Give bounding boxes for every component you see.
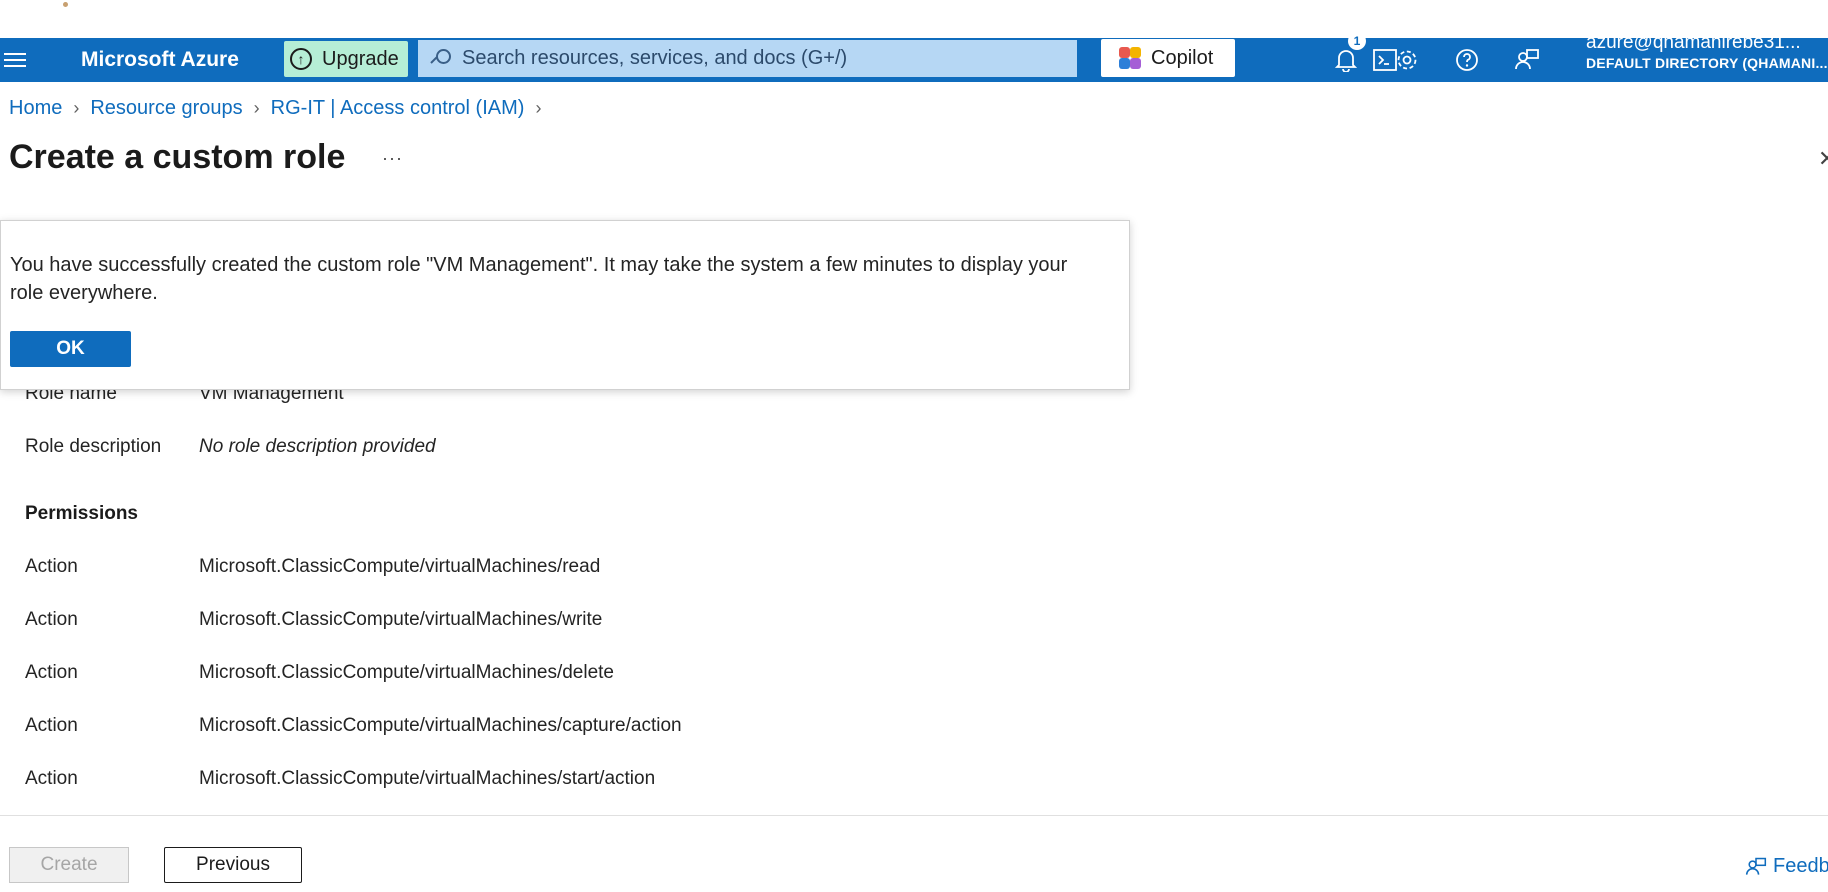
window-top-strip — [0, 0, 1828, 38]
more-options-button[interactable]: ··· — [382, 148, 403, 169]
close-icon[interactable]: ✕ — [1818, 146, 1828, 172]
search-input[interactable] — [462, 47, 1062, 70]
search-icon — [430, 48, 451, 69]
hamburger-icon[interactable] — [4, 50, 26, 70]
permission-value: Microsoft.ClassicCompute/virtualMachines… — [199, 662, 614, 683]
permission-value: Microsoft.ClassicCompute/virtualMachines… — [199, 715, 682, 736]
success-message: You have successfully created the custom… — [10, 254, 1068, 304]
create-button[interactable]: Create — [9, 847, 129, 883]
permission-type: Action — [25, 768, 78, 789]
permission-type: Action — [25, 662, 78, 683]
copilot-label: Copilot — [1151, 46, 1214, 69]
copilot-icon — [1119, 47, 1141, 69]
chevron-right-icon: › — [73, 98, 80, 118]
global-search[interactable] — [418, 40, 1077, 77]
copilot-button[interactable]: Copilot — [1101, 39, 1235, 77]
permission-value: Microsoft.ClassicCompute/virtualMachines… — [199, 609, 603, 630]
permissions-heading: Permissions — [25, 503, 138, 524]
permission-value: Microsoft.ClassicCompute/virtualMachines… — [199, 768, 656, 789]
role-description-value: No role description provided — [199, 436, 436, 457]
help-icon[interactable] — [1451, 44, 1483, 76]
feedback-person-icon — [1745, 856, 1767, 878]
page-title: Create a custom role — [9, 138, 346, 176]
chevron-right-icon: › — [535, 98, 542, 118]
permission-type: Action — [25, 556, 78, 577]
permission-value: Microsoft.ClassicCompute/virtualMachines… — [199, 556, 601, 577]
notification-badge: 1 — [1348, 32, 1366, 50]
feedback-person-icon[interactable] — [1511, 44, 1543, 76]
chevron-right-icon: › — [253, 98, 260, 118]
upgrade-label: Upgrade — [322, 47, 399, 70]
account-directory: DEFAULT DIRECTORY (QHAMANI... — [1586, 55, 1828, 71]
account-menu[interactable]: azure@qhamanirebe31... DEFAULT DIRECTORY… — [1586, 32, 1828, 71]
feedback-label: Feedback — [1773, 855, 1828, 877]
top-nav-bar: Microsoft Azure ↑ Upgrade Copilot azure@… — [0, 32, 1828, 82]
breadcrumb-home[interactable]: Home — [9, 97, 62, 120]
permission-type: Action — [25, 609, 78, 630]
account-email: azure@qhamanirebe31... — [1586, 32, 1801, 53]
footer-divider — [0, 815, 1828, 816]
upgrade-button[interactable]: ↑ Upgrade — [284, 41, 408, 77]
permission-type: Action — [25, 715, 78, 736]
role-description-label: Role description — [25, 436, 162, 457]
ok-button[interactable]: OK — [10, 331, 131, 367]
upgrade-icon: ↑ — [290, 48, 312, 70]
gear-icon[interactable] — [1391, 44, 1423, 76]
breadcrumb-resource-groups[interactable]: Resource groups — [90, 97, 242, 120]
breadcrumb-rg-it-iam[interactable]: RG-IT | Access control (IAM) — [271, 97, 525, 120]
breadcrumb: Home › Resource groups › RG-IT | Access … — [9, 97, 552, 120]
brand-title[interactable]: Microsoft Azure — [81, 48, 239, 72]
previous-button[interactable]: Previous — [164, 847, 302, 883]
decorative-dot — [63, 2, 68, 7]
feedback-link[interactable]: Feedback — [1745, 855, 1828, 878]
success-dialog: You have successfully created the custom… — [0, 220, 1130, 390]
